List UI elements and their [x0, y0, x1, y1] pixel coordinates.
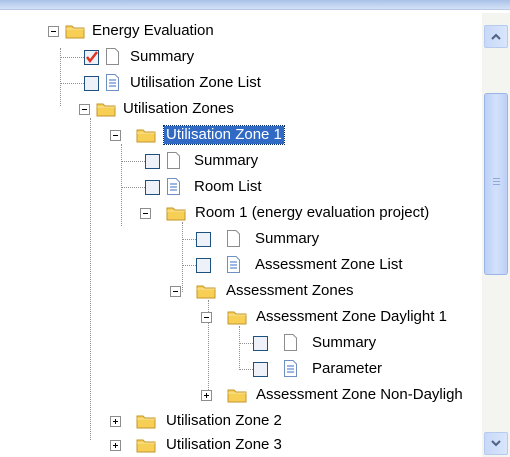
folder-icon: [136, 129, 156, 143]
check-mark-icon: [86, 51, 98, 64]
list-document-icon: [284, 360, 297, 377]
node-assessment-zone-list[interactable]: Assessment Zone List: [253, 256, 405, 274]
collapse-toggle[interactable]: [79, 104, 90, 115]
tree-guide: [60, 83, 84, 84]
folder-icon: [227, 311, 247, 325]
tree-guide: [121, 161, 145, 162]
folder-icon: [65, 25, 85, 39]
list-document-icon: [227, 256, 240, 273]
node-room-list[interactable]: Room List: [192, 178, 264, 196]
node-utilisation-zones[interactable]: Utilisation Zones: [121, 100, 236, 118]
tree-guide: [182, 239, 196, 240]
vertical-scrollbar[interactable]: [482, 13, 510, 457]
tree-guide: [239, 326, 240, 368]
collapse-toggle[interactable]: [140, 208, 151, 219]
node-summary[interactable]: Summary: [192, 152, 260, 170]
scroll-thumb[interactable]: [484, 93, 508, 275]
node-assessment-zone-daylight-1[interactable]: Assessment Zone Daylight 1: [254, 308, 449, 326]
folder-icon: [136, 415, 156, 429]
collapse-toggle[interactable]: [110, 130, 121, 141]
collapse-toggle[interactable]: [201, 312, 212, 323]
folder-icon: [96, 103, 116, 117]
collapse-toggle[interactable]: [170, 286, 181, 297]
node-summary[interactable]: Summary: [310, 334, 378, 352]
node-summary[interactable]: Summary: [253, 230, 321, 248]
node-utilisation-zone-2[interactable]: Utilisation Zone 2: [164, 412, 284, 430]
checkbox-summary[interactable]: [253, 336, 268, 351]
folder-icon: [166, 207, 186, 221]
grip-line: [493, 184, 500, 185]
folder-icon: [196, 285, 216, 299]
document-icon: [227, 230, 240, 247]
tree-guide: [182, 222, 183, 292]
tree-guide: [239, 369, 253, 370]
node-room-1[interactable]: Room 1 (energy evaluation project): [193, 204, 431, 222]
node-assessment-zone-non-daylight[interactable]: Assessment Zone Non-Dayligh: [254, 386, 465, 404]
checkbox-summary[interactable]: [145, 154, 160, 169]
tree-guide: [60, 57, 84, 58]
list-document-icon: [106, 74, 119, 91]
node-utilisation-zone-3[interactable]: Utilisation Zone 3: [164, 436, 284, 454]
expand-toggle[interactable]: [201, 390, 212, 401]
node-parameter[interactable]: Parameter: [310, 360, 384, 378]
checkbox-parameter[interactable]: [253, 362, 268, 377]
chevron-up-icon: [491, 33, 501, 40]
list-document-icon: [167, 178, 180, 195]
document-icon: [167, 152, 180, 169]
document-icon: [284, 334, 297, 351]
checkbox-assessment-zone-list[interactable]: [196, 258, 211, 273]
expand-toggle[interactable]: [110, 416, 121, 427]
tree-guide: [121, 144, 122, 226]
node-utilisation-zone-1[interactable]: Utilisation Zone 1: [163, 125, 285, 145]
window-top-edge: [0, 0, 510, 10]
grip-line: [493, 178, 500, 179]
scroll-up-button[interactable]: [484, 25, 508, 48]
node-utilisation-zone-list[interactable]: Utilisation Zone List: [128, 74, 263, 92]
document-icon: [106, 48, 119, 65]
tree-guide: [239, 343, 253, 344]
tree-guide: [90, 118, 91, 440]
checkbox-room-list[interactable]: [145, 180, 160, 195]
checkbox-summary[interactable]: [84, 50, 99, 65]
folder-icon: [136, 439, 156, 453]
checkbox-utilisation-zone-list[interactable]: [84, 76, 99, 91]
checkbox-summary[interactable]: [196, 232, 211, 247]
grip-line: [493, 181, 500, 182]
tree-guide: [182, 265, 196, 266]
project-tree[interactable]: Energy Evaluation Summary Utilisation Zo…: [0, 10, 482, 457]
node-energy-evaluation[interactable]: Energy Evaluation: [90, 22, 216, 40]
collapse-toggle[interactable]: [48, 26, 59, 37]
folder-icon: [227, 389, 247, 403]
tree-guide: [121, 187, 145, 188]
scroll-down-button[interactable]: [484, 432, 508, 455]
node-summary[interactable]: Summary: [128, 48, 196, 66]
chevron-down-icon: [491, 440, 501, 447]
node-assessment-zones[interactable]: Assessment Zones: [224, 282, 356, 300]
expand-toggle[interactable]: [110, 440, 121, 451]
